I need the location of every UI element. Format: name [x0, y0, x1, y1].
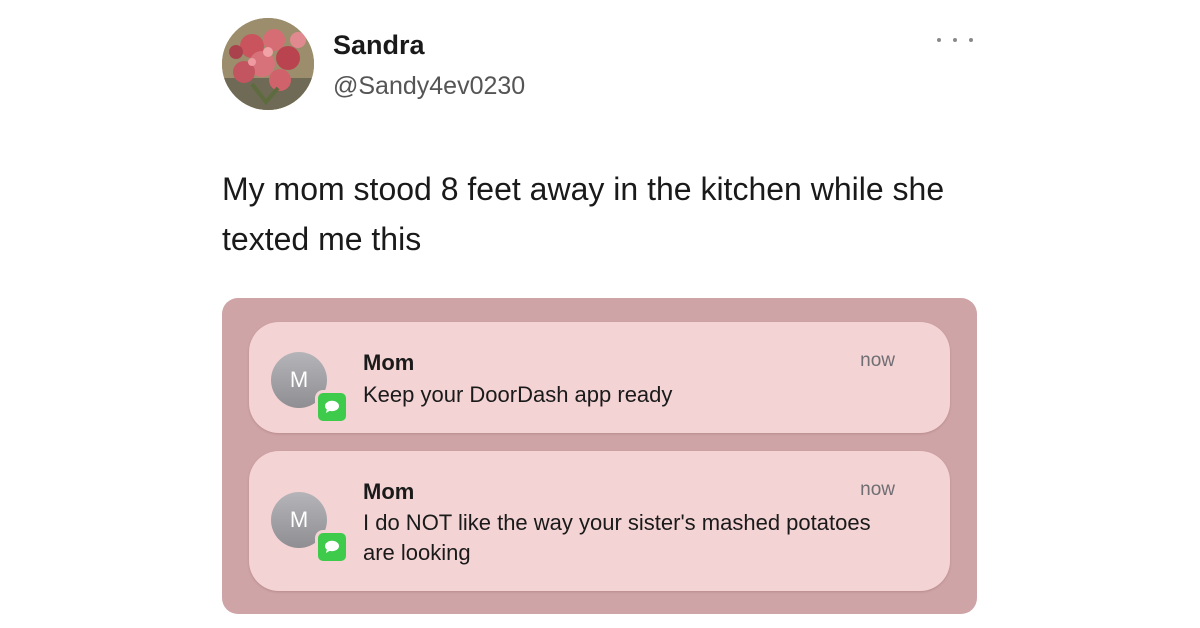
notification-message: I do NOT like the way your sister's mash…	[363, 510, 871, 565]
author-display-name[interactable]: Sandra	[333, 30, 425, 61]
more-dot	[937, 38, 941, 42]
notification-screenshot: M Mom Keep your DoorDash app ready now M…	[222, 298, 977, 614]
notification-time: now	[860, 350, 895, 371]
contact-avatar: M	[271, 352, 349, 424]
messages-icon	[315, 390, 349, 424]
notification-message: Keep your DoorDash app ready	[363, 382, 673, 407]
contact-avatar: M	[271, 492, 349, 564]
flower-bouquet-avatar-image	[222, 18, 314, 110]
more-dot	[969, 38, 973, 42]
author-handle[interactable]: @Sandy4ev0230	[333, 72, 525, 101]
notification-sender: Mom	[363, 479, 415, 504]
tweet-text: My mom stood 8 feet away in the kitchen …	[222, 171, 945, 257]
more-dot	[953, 38, 957, 42]
notification-card[interactable]: M Mom I do NOT like the way your sister'…	[249, 451, 950, 591]
more-options-icon[interactable]	[937, 32, 973, 48]
messages-icon	[315, 530, 349, 564]
notification-time: now	[860, 479, 895, 500]
notification-card[interactable]: M Mom Keep your DoorDash app ready now	[249, 322, 950, 433]
contact-initial: M	[289, 367, 309, 392]
notification-sender: Mom	[363, 350, 415, 375]
contact-initial: M	[289, 507, 309, 532]
profile-avatar[interactable]	[222, 18, 314, 110]
